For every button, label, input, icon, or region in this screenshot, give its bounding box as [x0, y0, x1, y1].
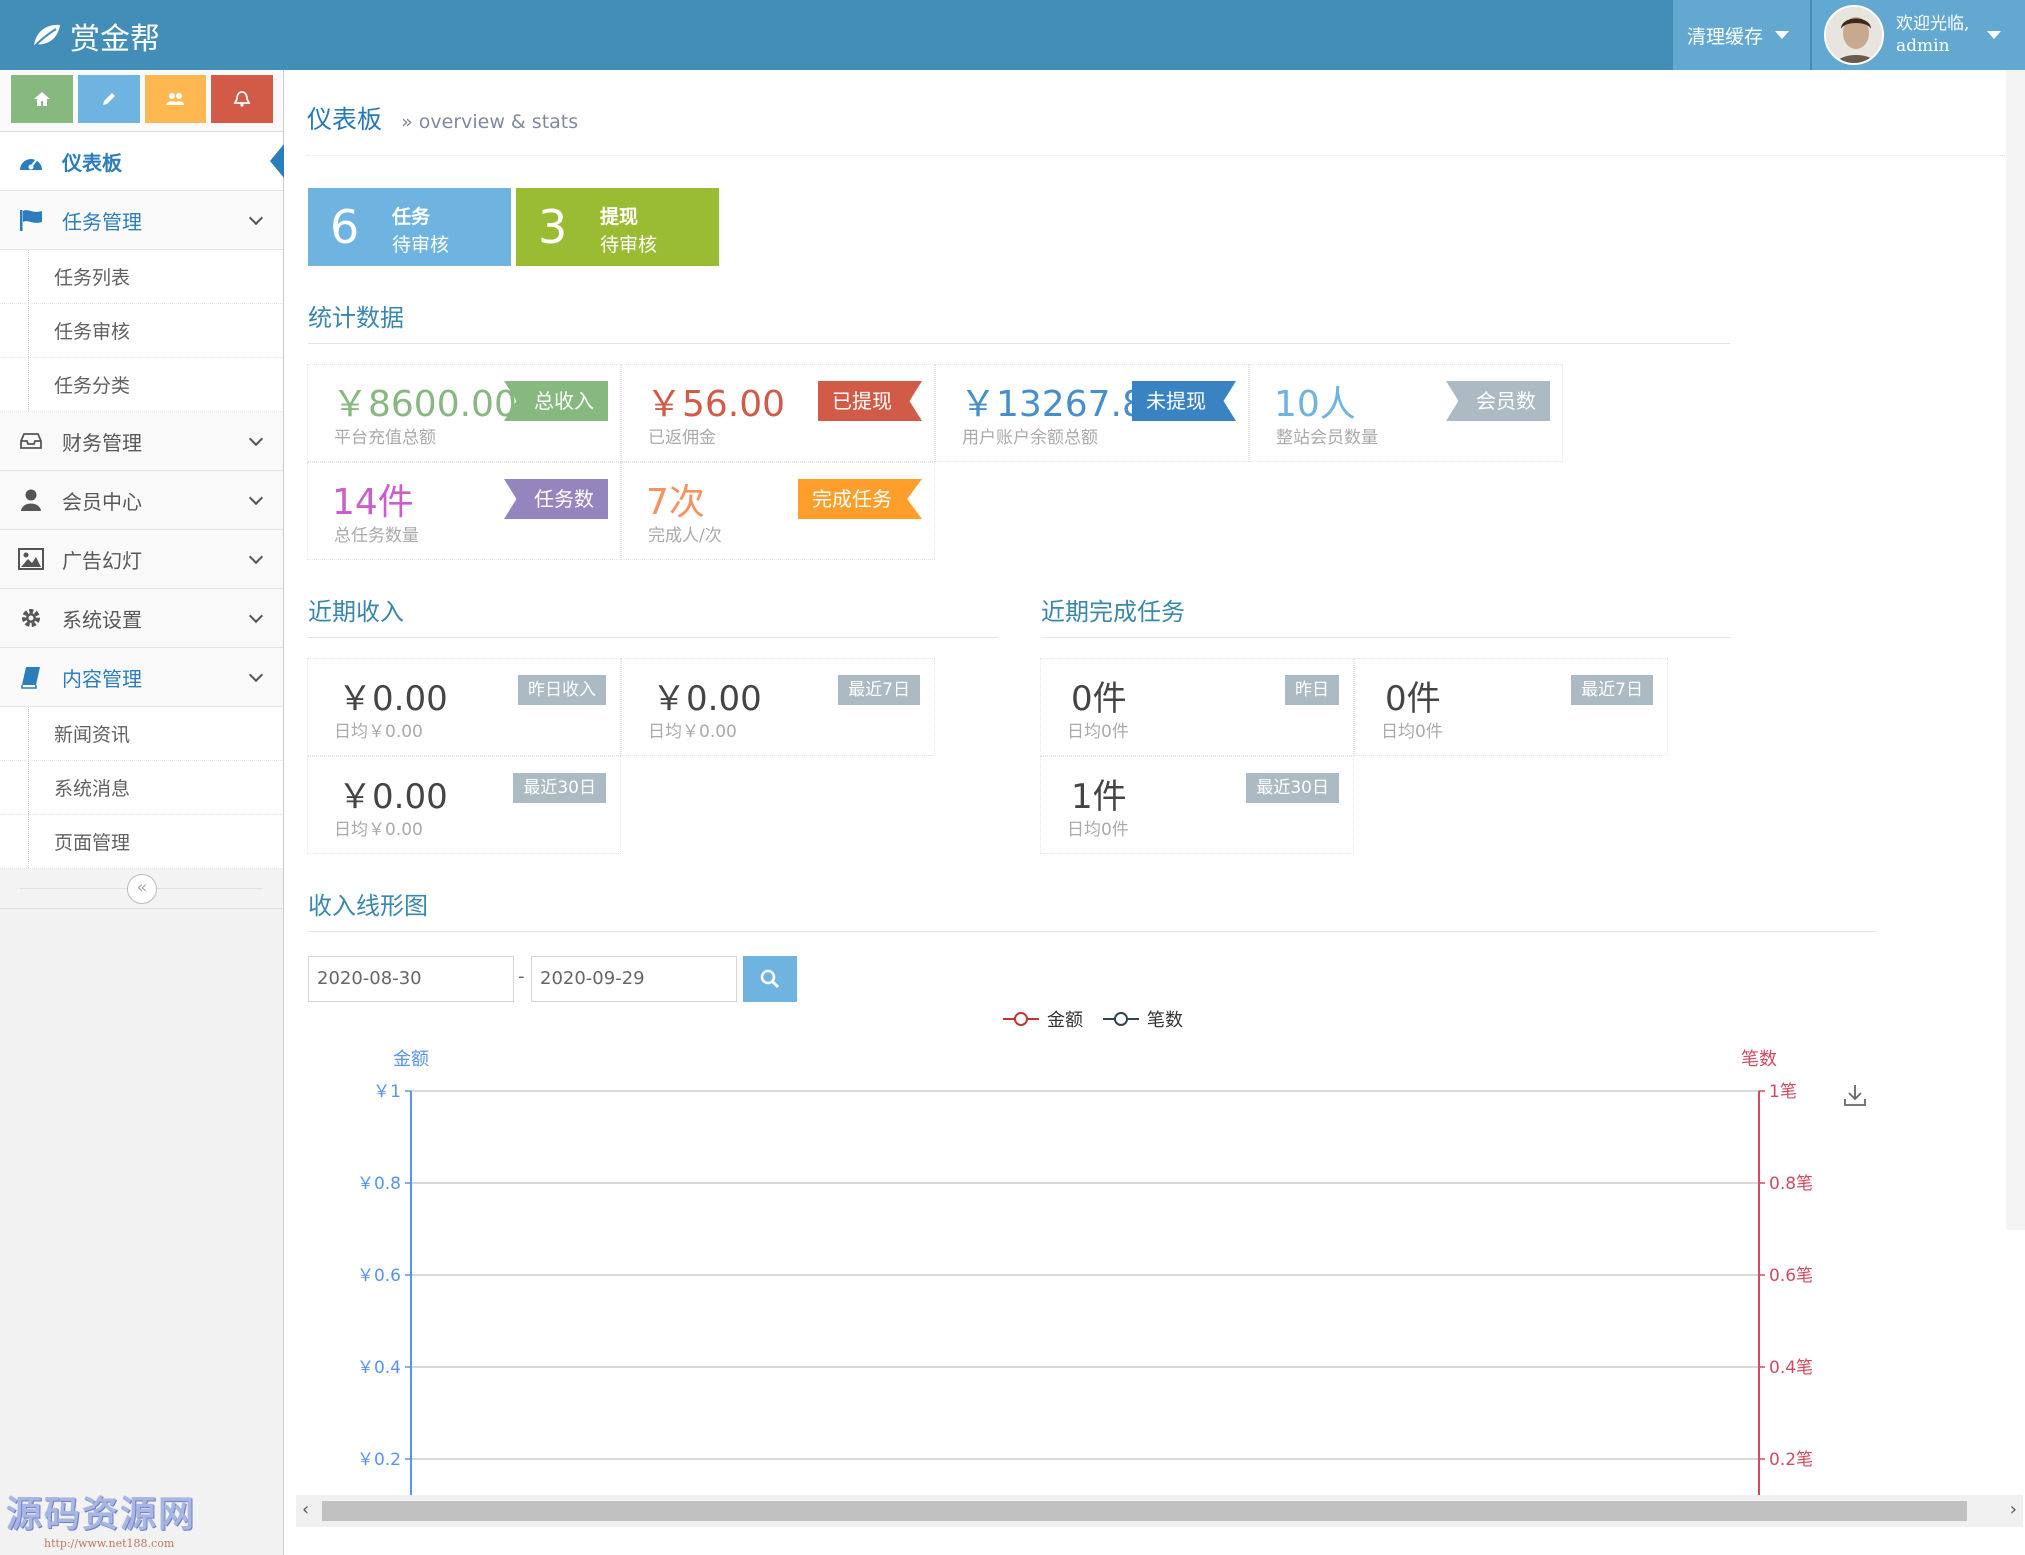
username: admin — [1896, 36, 1950, 56]
home-shortcut-button[interactable] — [11, 75, 73, 123]
chevron-down-icon — [248, 667, 264, 683]
y-left-tick-label: ￥0.6 — [357, 1266, 401, 1286]
submenu-item-task-category[interactable]: 任务分类 — [0, 358, 283, 412]
caret-down-icon — [1775, 31, 1790, 39]
submenu-item-news[interactable]: 新闻资讯 — [0, 707, 283, 761]
sidebar-item-label: 会员中心 — [62, 489, 142, 514]
sidebar-item-label: 内容管理 — [62, 666, 142, 691]
flag-icon — [18, 207, 44, 233]
sidebar: 仪表板 任务管理 任务列表 任务审核 任务分类 财务管理 会员中心 广告幻灯 系… — [0, 70, 284, 1555]
watermark-url: http://www.net188.com — [44, 1537, 175, 1550]
sidebar-item-settings[interactable]: 系统设置 — [0, 589, 283, 648]
horizontal-scrollbar[interactable]: ‹ › — [296, 1495, 2023, 1527]
y-right-tick-label: 0.2笔 — [1769, 1450, 1813, 1470]
brand-name: 赏金帮 — [70, 22, 160, 57]
users-icon — [166, 93, 185, 105]
scroll-left-icon[interactable]: ‹ — [302, 1499, 309, 1520]
sidebar-item-label: 系统设置 — [62, 607, 142, 632]
submenu-item-pages[interactable]: 页面管理 — [0, 815, 283, 869]
submenu-item-label: 系统消息 — [54, 778, 131, 800]
user-menu[interactable]: 欢迎光临, admin — [1812, 0, 2025, 70]
inbox-icon — [18, 428, 44, 454]
sidebar-item-dashboard[interactable]: 仪表板 — [0, 132, 284, 191]
home-icon — [33, 92, 50, 106]
y-right-tick-label: 0.8笔 — [1769, 1174, 1813, 1194]
sidebar-item-finance[interactable]: 财务管理 — [0, 412, 283, 471]
vertical-scrollbar[interactable] — [2006, 70, 2025, 1230]
chevron-down-icon — [248, 549, 264, 565]
shortcut-buttons — [0, 70, 283, 132]
submenu-item-label: 页面管理 — [54, 832, 131, 854]
submenu-item-task-list[interactable]: 任务列表 — [0, 250, 283, 304]
y-left-axis-label: 金额 — [393, 1049, 429, 1070]
y-right-axis-label: 笔数 — [1741, 1049, 1777, 1070]
top-navbar: 赏金帮 清理缓存 欢迎光临, admin — [0, 0, 2025, 70]
y-left-tick-label: ￥0.8 — [357, 1174, 401, 1194]
leaf-icon — [31, 24, 60, 50]
sidebar-item-members[interactable]: 会员中心 — [0, 471, 283, 530]
submenu-item-label: 新闻资讯 — [54, 724, 131, 746]
y-right-tick-label: 0.4笔 — [1769, 1358, 1813, 1378]
submenu-tasks: 任务列表 任务审核 任务分类 — [0, 250, 283, 412]
double-angle-left-icon[interactable]: « — [127, 874, 157, 904]
avatar — [1824, 5, 1884, 65]
user-icon — [18, 487, 44, 513]
dashboard-icon — [18, 148, 44, 174]
main-content: 仪表板 » overview & stats 6 任务 待审核 3 提现 待审核… — [285, 70, 2025, 1555]
sidebar-item-label: 财务管理 — [62, 430, 142, 455]
brand[interactable]: 赏金帮 — [30, 14, 160, 58]
submenu-item-label: 任务审核 — [54, 321, 131, 343]
chevron-down-icon — [248, 210, 264, 226]
income-line-chart: 金额 笔数 ￥1 ￥0.8 ￥0.6 ￥0.4 ￥0.2 1笔 0.8笔 0.6笔 0.4笔 0.2笔 — [357, 1049, 1813, 1495]
chevron-down-icon — [248, 490, 264, 506]
notifications-shortcut-button[interactable] — [211, 75, 273, 123]
watermark-title: 源码资源网 — [6, 1493, 197, 1535]
clear-cache-label: 清理缓存 — [1687, 25, 1764, 48]
edit-shortcut-button[interactable] — [77, 75, 140, 123]
pencil-icon — [102, 93, 115, 105]
picture-icon — [18, 546, 44, 572]
y-left-tick-label: ￥1 — [373, 1082, 401, 1102]
sidebar-item-label: 仪表板 — [62, 150, 122, 175]
y-left-tick-label: ￥0.4 — [357, 1358, 401, 1378]
caret-down-icon — [1987, 31, 2002, 39]
watermark: 源码资源网 http://www.net188.com — [6, 1485, 196, 1550]
welcome-text: 欢迎光临, — [1896, 14, 1970, 34]
sidebar-item-content[interactable]: 内容管理 — [0, 648, 283, 707]
y-right-tick-label: 1笔 — [1769, 1082, 1797, 1102]
users-shortcut-button[interactable] — [144, 75, 207, 123]
sidebar-item-ads[interactable]: 广告幻灯 — [0, 530, 283, 589]
y-left-tick-label: ￥0.2 — [357, 1450, 401, 1470]
y-right-tick-label: 0.6笔 — [1769, 1266, 1813, 1286]
bell-icon — [233, 91, 251, 107]
submenu-item-label: 任务分类 — [54, 375, 131, 397]
submenu-item-label: 任务列表 — [54, 267, 131, 289]
sidebar-collapse-bar: « — [0, 869, 283, 909]
submenu-content: 新闻资讯 系统消息 页面管理 — [0, 707, 283, 869]
submenu-item-messages[interactable]: 系统消息 — [0, 761, 283, 815]
chevron-down-icon — [248, 608, 264, 624]
gear-icon — [18, 605, 44, 631]
sidebar-item-label: 广告幻灯 — [62, 548, 142, 573]
sidebar-item-tasks[interactable]: 任务管理 — [0, 191, 283, 250]
sidebar-item-label: 任务管理 — [62, 209, 142, 234]
chevron-down-icon — [248, 431, 264, 447]
submenu-item-task-review[interactable]: 任务审核 — [0, 304, 283, 358]
scroll-right-icon[interactable]: › — [2010, 1499, 2017, 1520]
book-icon — [18, 664, 44, 690]
scrollbar-thumb[interactable] — [322, 1501, 1967, 1521]
clear-cache-dropdown[interactable]: 清理缓存 — [1673, 0, 1810, 70]
